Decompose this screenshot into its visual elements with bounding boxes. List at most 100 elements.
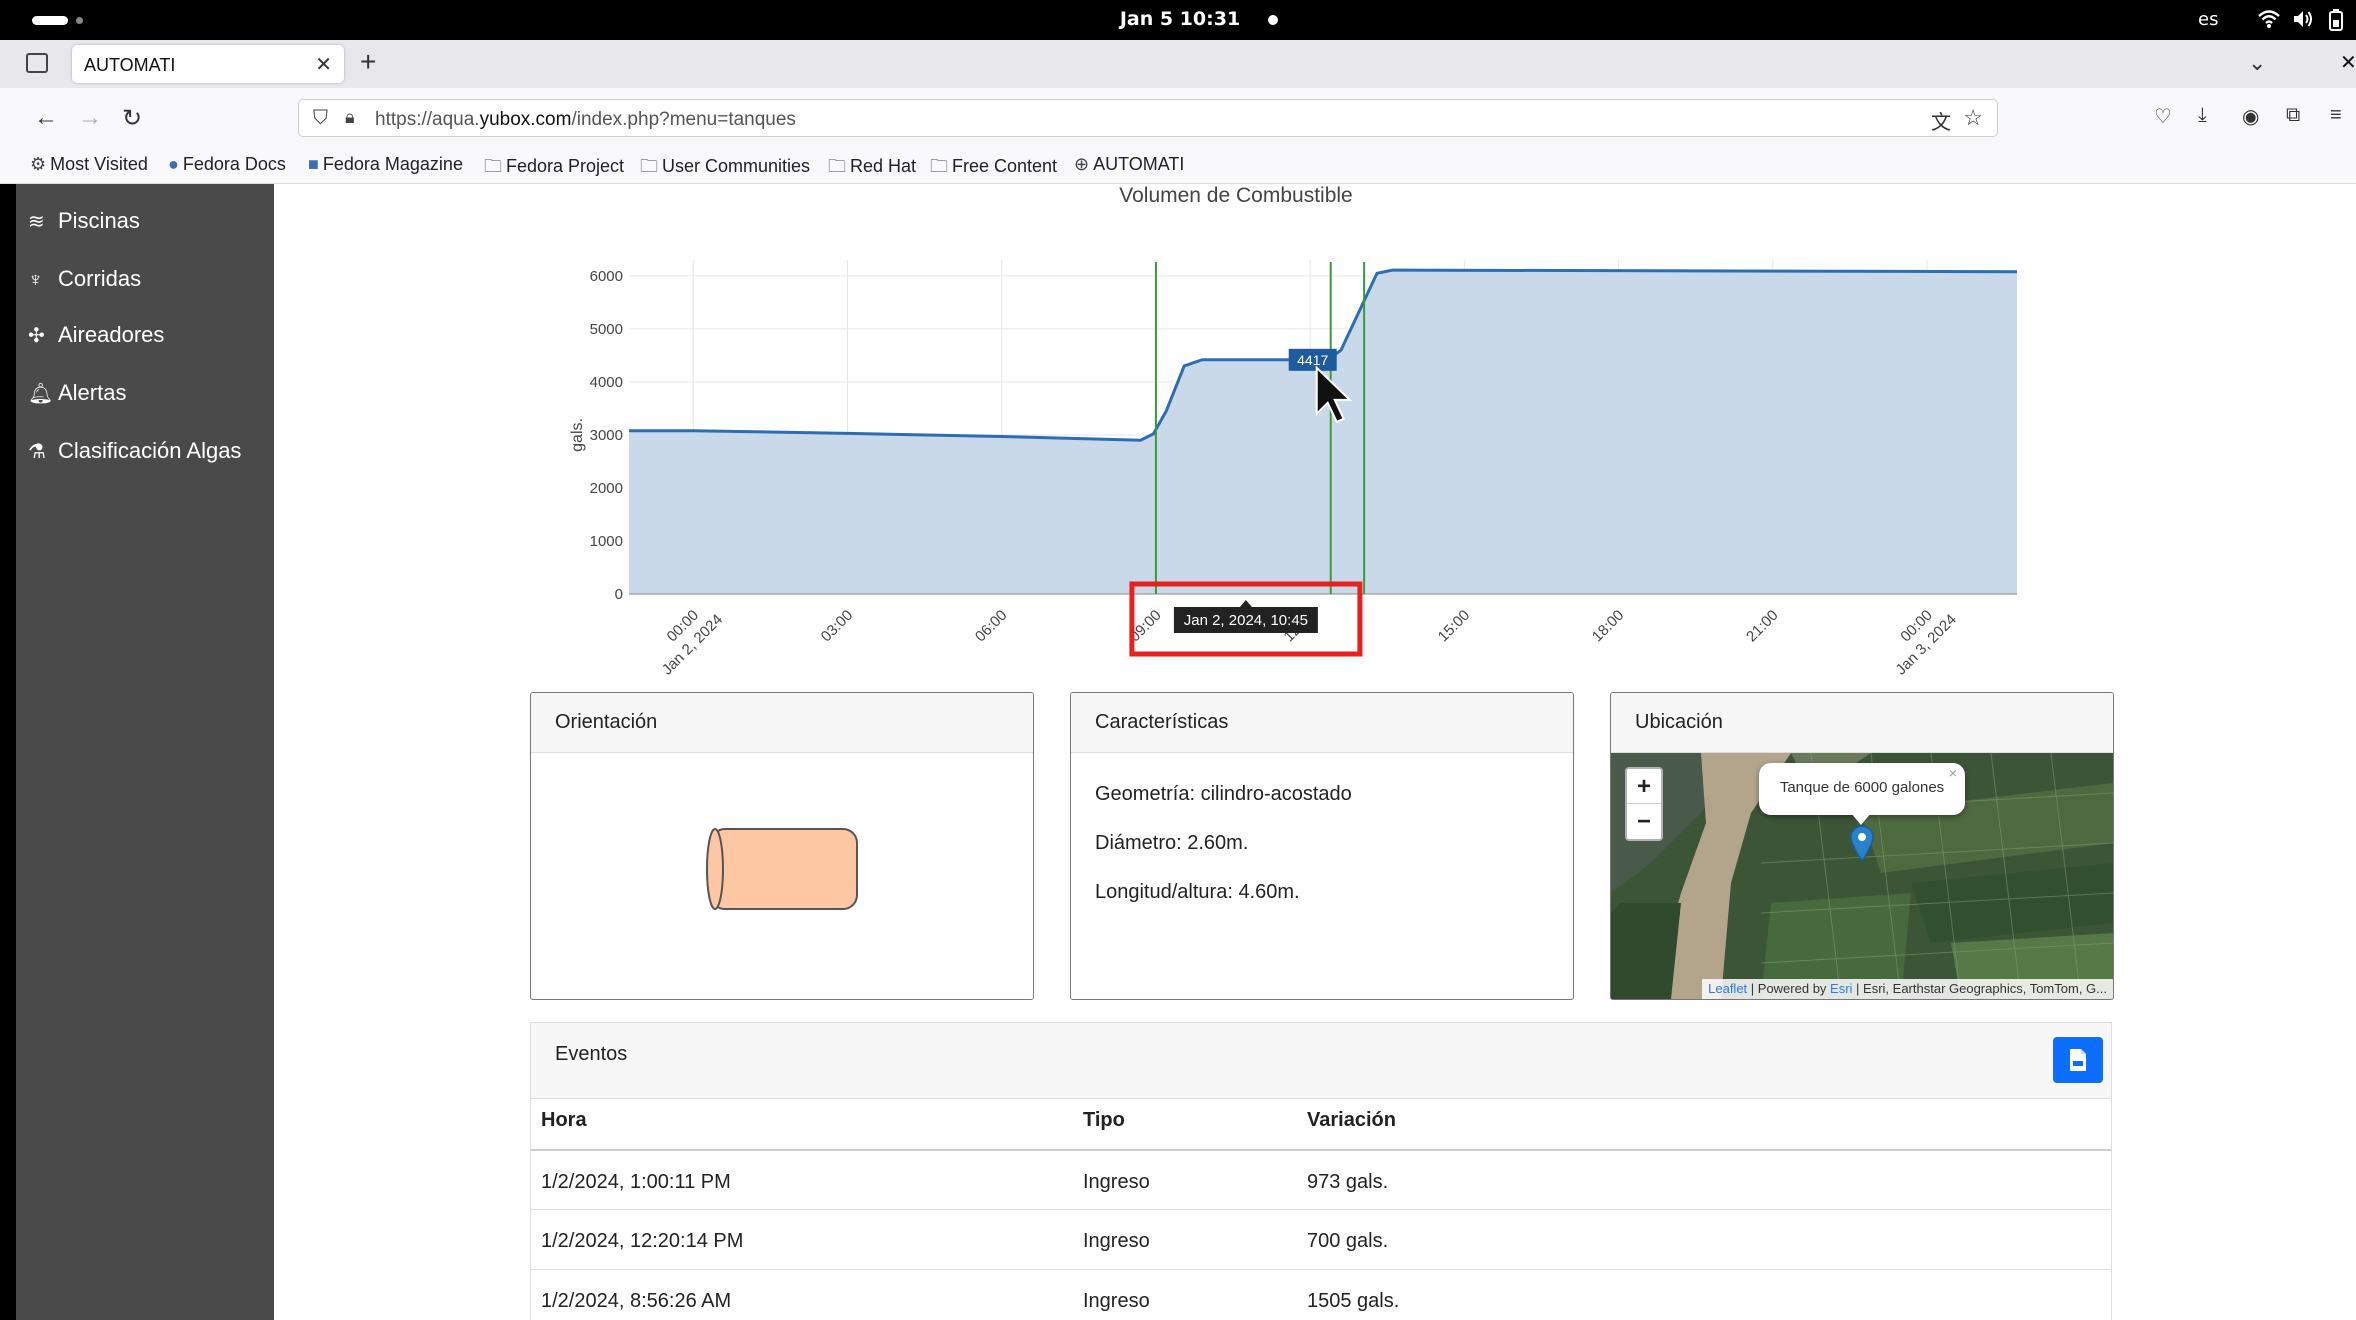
- row-variation: 973 gals.: [1307, 1171, 1389, 1193]
- bookmark-fedora-project[interactable]: 🗀 Fedora Project: [484, 154, 624, 184]
- bookmark-automati[interactable]: ⊕ AUTOMATI: [1074, 154, 1184, 175]
- card-header: Ubicación: [1611, 693, 2113, 753]
- table-row: 1/2/2024, 8:56:26 AM Ingreso 1505 gals.: [531, 1269, 2111, 1320]
- y-tick-label: 0: [615, 586, 623, 603]
- activities-indicator[interactable]: [32, 16, 68, 25]
- row-time: 1/2/2024, 8:56:26 AM: [541, 1290, 732, 1312]
- system-clock[interactable]: Jan 5 10:31: [1100, 8, 1260, 30]
- url-text[interactable]: https://aqua.yubox.com/index.php?menu=ta…: [375, 109, 796, 131]
- globe-icon: ⊕: [1074, 154, 1090, 174]
- translate-icon[interactable]: 文: [1931, 106, 1951, 135]
- bookmark-fedora-docs[interactable]: ● Fedora Docs: [168, 154, 286, 175]
- notification-dot-icon: [1268, 15, 1278, 25]
- orientation-card: Orientación: [530, 692, 1034, 1000]
- row-time: 1/2/2024, 12:20:14 PM: [541, 1230, 744, 1252]
- x-tick-label: 03:00: [818, 607, 857, 646]
- volume-icon[interactable]: [2292, 9, 2314, 35]
- magazine-icon: ■: [308, 154, 319, 174]
- horizontal-cylinder-illustration: [706, 828, 858, 910]
- x-tick-label: 18:00: [1589, 607, 1628, 646]
- tab-automati[interactable]: AUTOMATI ✕: [72, 45, 344, 83]
- extensions-icon[interactable]: ⧉: [2286, 104, 2300, 127]
- y-tick-label: 1000: [590, 533, 623, 550]
- bookmark-user-communities[interactable]: 🗀 User Communities: [640, 154, 810, 184]
- card-title: Características: [1095, 711, 1229, 733]
- bookmark-star-icon[interactable]: ☆: [1963, 105, 1983, 131]
- tab-overview-icon[interactable]: [26, 53, 48, 73]
- x-tick-label: 00:00Jan 2, 2024: [645, 597, 727, 679]
- satellite-map[interactable]: + − Tanque de 6000 galones × Leaflet | P…: [1611, 753, 2113, 999]
- bookmark-most-visited[interactable]: ⚙ Most Visited: [30, 154, 148, 175]
- hover-time-pointer: [1239, 600, 1252, 607]
- bookmark-red-hat[interactable]: 🗀 Red Hat: [828, 154, 916, 184]
- length-value: Longitud/altura: 4.60m.: [1095, 881, 1300, 903]
- x-tick-label: 06:00: [972, 607, 1011, 646]
- downloads-icon[interactable]: ⤓: [2198, 104, 2207, 127]
- column-header-hora[interactable]: Hora: [541, 1109, 587, 1132]
- lock-icon[interactable]: 🔒︎: [345, 107, 355, 128]
- table-row: 1/2/2024, 1:00:11 PM Ingreso 973 gals.: [531, 1149, 2111, 1209]
- gear-icon: ⚙: [30, 154, 47, 174]
- reload-icon[interactable]: ↻: [122, 104, 142, 133]
- features-card: Características Geometría: cilindro-acos…: [1070, 692, 1574, 1000]
- x-tick-label: 15:00: [1435, 607, 1474, 646]
- tab-title: AUTOMATI: [84, 55, 176, 75]
- hover-value-label: 4417: [1297, 352, 1328, 368]
- zoom-in-button[interactable]: +: [1627, 769, 1661, 804]
- address-bar[interactable]: ⛉ 🔒︎ https://aqua.yubox.com/index.php?me…: [298, 99, 1998, 137]
- menu-hamburger-icon[interactable]: ≡: [2330, 104, 2342, 127]
- fedora-icon: ●: [168, 154, 179, 174]
- export-pdf-button[interactable]: [2053, 1037, 2103, 1083]
- battery-icon[interactable]: [2328, 9, 2344, 37]
- browser-tab-bar: AUTOMATI ✕ + ⌄ ✕: [0, 40, 2356, 88]
- back-icon[interactable]: ←: [34, 104, 58, 132]
- folder-icon: 🗀: [930, 156, 948, 176]
- map-zoom-control: + −: [1625, 767, 1663, 841]
- y-tick-label: 2000: [590, 480, 623, 497]
- list-tabs-chevron-icon[interactable]: ⌄: [2248, 50, 2266, 76]
- row-type: Ingreso: [1083, 1290, 1150, 1312]
- file-pdf-icon: [2070, 1049, 2086, 1071]
- attribution-sources: | Esri, Earthstar Geographics, TomTom, G…: [1852, 981, 2107, 996]
- folder-icon: 🗀: [640, 156, 658, 176]
- y-axis-label: gals.: [569, 418, 586, 452]
- wifi-icon[interactable]: [2258, 9, 2280, 35]
- popup-text: Tanque de 6000 galones: [1779, 779, 1945, 796]
- forward-icon[interactable]: →: [78, 104, 102, 132]
- location-card: Ubicación + − Tanque de 6000 galones × L…: [1610, 692, 2114, 1000]
- events-header: Eventos: [531, 1023, 2111, 1099]
- workspace-dot: [76, 17, 83, 24]
- card-header: Características: [1071, 693, 1573, 753]
- column-header-tipo[interactable]: Tipo: [1083, 1109, 1125, 1132]
- window-close-icon[interactable]: ✕: [2340, 50, 2356, 75]
- account-icon[interactable]: ◉: [2242, 104, 2259, 129]
- fuel-volume-chart[interactable]: 0 1000 2000 3000 4000 5000 6000 gals. 00:00Jan 2…: [16, 184, 2356, 684]
- zoom-out-button[interactable]: −: [1627, 804, 1661, 839]
- bookmark-fedora-magazine[interactable]: ■ Fedora Magazine: [308, 154, 463, 175]
- map-marker-icon[interactable]: [1849, 825, 1875, 863]
- y-tick-label: 3000: [590, 427, 623, 444]
- close-tab-icon[interactable]: ✕: [315, 52, 332, 77]
- card-title: Ubicación: [1635, 711, 1723, 733]
- bookmark-free-content[interactable]: 🗀 Free Content: [930, 154, 1057, 184]
- folder-icon: 🗀: [828, 156, 846, 176]
- map-popup: Tanque de 6000 galones ×: [1759, 763, 1965, 815]
- pocket-icon[interactable]: ♡: [2154, 104, 2172, 129]
- leaflet-link[interactable]: Leaflet: [1708, 981, 1747, 996]
- row-variation: 700 gals.: [1307, 1230, 1389, 1252]
- input-language[interactable]: es: [2198, 9, 2218, 30]
- row-type: Ingreso: [1083, 1230, 1150, 1252]
- tracking-shield-icon[interactable]: ⛉: [313, 107, 328, 130]
- y-tick-label: 4000: [590, 374, 623, 391]
- popup-close-icon[interactable]: ×: [1949, 765, 1957, 781]
- table-row: 1/2/2024, 12:20:14 PM Ingreso 700 gals.: [531, 1209, 2111, 1269]
- x-tick-label: 21:00: [1743, 607, 1782, 646]
- column-header-variacion[interactable]: Variación: [1307, 1109, 1396, 1132]
- map-attribution: Leaflet | Powered by Esri | Esri, Earths…: [1702, 979, 2113, 999]
- esri-link[interactable]: Esri: [1830, 981, 1852, 996]
- bookmarks-toolbar: ⚙ Most Visited ● Fedora Docs ■ Fedora Magaz…: [0, 150, 2356, 184]
- new-tab-icon[interactable]: +: [360, 46, 376, 78]
- row-type: Ingreso: [1083, 1171, 1150, 1193]
- y-tick-label: 6000: [590, 268, 623, 285]
- system-top-bar: Jan 5 10:31 es: [0, 0, 2356, 40]
